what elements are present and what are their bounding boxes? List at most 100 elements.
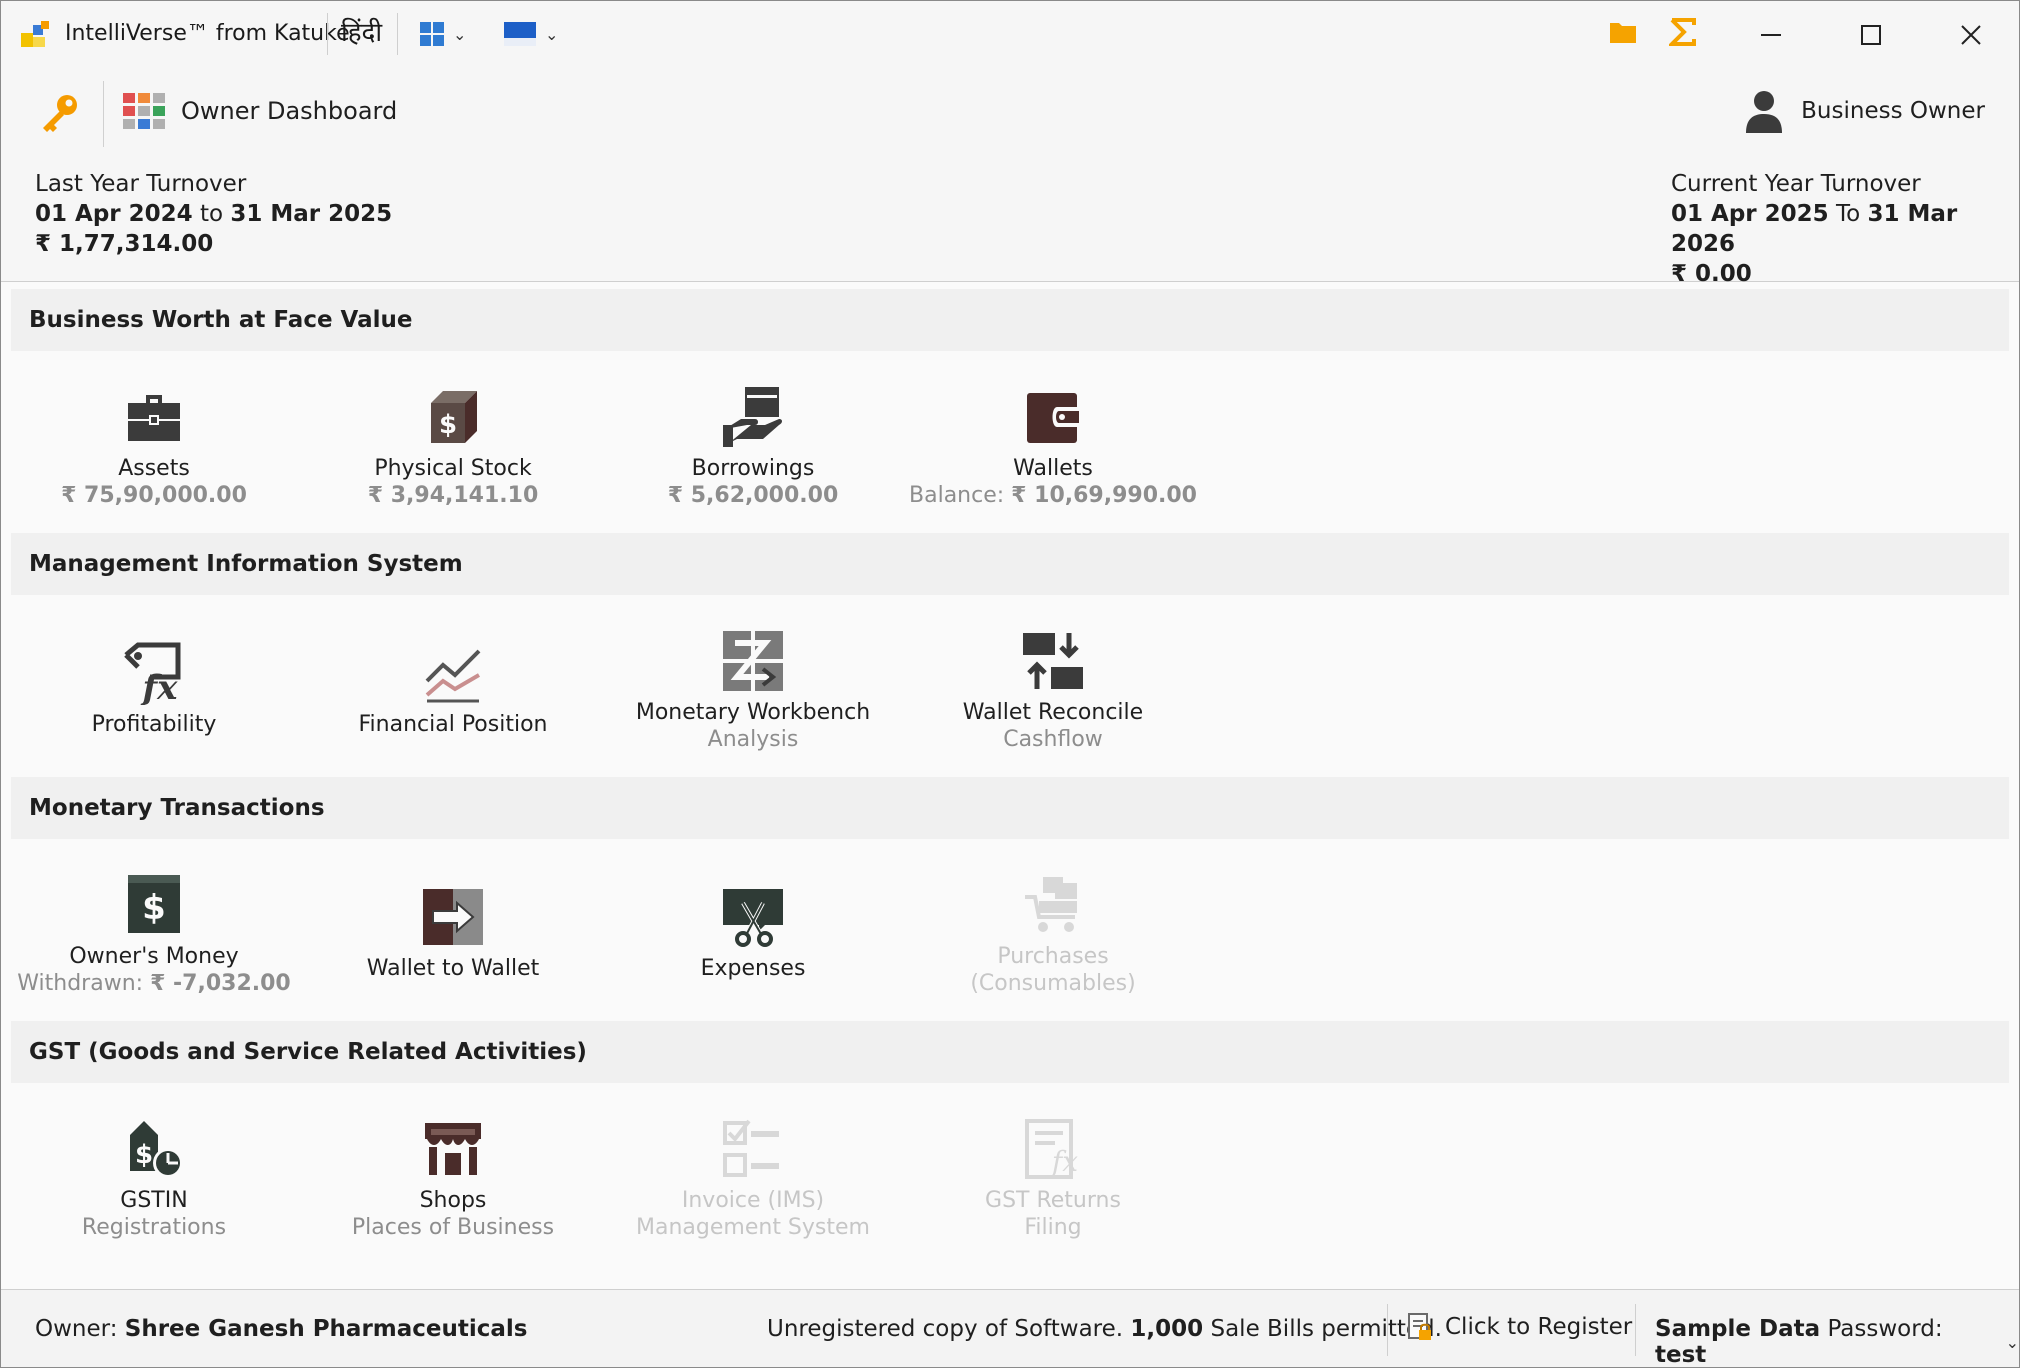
tile-label: Shops — [419, 1188, 487, 1213]
tile-monetary-workbench[interactable]: Monetary Workbench Analysis — [603, 629, 903, 753]
last-year-period: 01 Apr 2024 to 31 Mar 2025 — [35, 201, 393, 227]
maximize-icon — [1861, 25, 1881, 45]
workbench-icon — [723, 631, 783, 691]
divider — [103, 81, 104, 147]
tile-wallet-to-wallet[interactable]: Wallet to Wallet — [303, 885, 603, 982]
svg-text:fx: fx — [141, 668, 179, 705]
owner-info: Owner: Shree Ganesh Pharmaceuticals — [35, 1316, 528, 1342]
section-title: Monetary Transactions — [29, 795, 325, 821]
register-button[interactable]: Click to Register — [1407, 1312, 1632, 1342]
tile-profitability[interactable]: fx Profitability — [4, 641, 304, 738]
close-icon — [1961, 25, 1981, 45]
tile-owners-money[interactable]: $ Owner's Money Withdrawn: ₹ -7,032.00 — [4, 873, 304, 997]
tile-gst-returns[interactable]: fx GST Returns Filing — [903, 1117, 1203, 1241]
tile-wallet-reconcile[interactable]: Wallet Reconcile Cashflow — [903, 629, 1203, 753]
flag-icon — [504, 22, 536, 46]
sample-data-dropdown[interactable]: Sample Data Password: test ⌄ — [1655, 1316, 2019, 1368]
business-owner-button[interactable]: Business Owner — [1745, 89, 1985, 133]
tile-borrowings[interactable]: Borrowings ₹ 5,62,000.00 — [603, 385, 903, 509]
last-year-caption: Last Year Turnover — [35, 171, 247, 197]
tile-label: Owner's Money — [69, 944, 239, 969]
sample-data-label: Sample Data Password: test — [1655, 1316, 1943, 1368]
minimize-icon — [1761, 34, 1781, 36]
window-title: IntelliVerse™ from Katuke — [65, 21, 350, 46]
tile-value: ₹ 5,62,000.00 — [667, 483, 839, 508]
section-title: GST (Goods and Service Related Activitie… — [29, 1039, 587, 1065]
tile-label: Assets — [118, 456, 190, 481]
title-bar: IntelliVerse™ from Katuke हिंदी ⌄ ⌄ — [1, 1, 2019, 65]
tile-sub: Places of Business — [351, 1215, 555, 1240]
tile-physical-stock[interactable]: $ Physical Stock ₹ 3,94,141.10 — [303, 385, 603, 509]
tile-value: ₹ 3,94,141.10 — [367, 483, 539, 508]
svg-text:$: $ — [135, 1140, 153, 1170]
app-logo-icon — [21, 21, 49, 47]
scissors-icon — [723, 889, 783, 947]
section-monetary-transactions: Monetary Transactions — [11, 777, 2009, 839]
owner-name: Shree Ganesh Pharmaceuticals — [124, 1316, 528, 1342]
key-icon[interactable] — [37, 91, 81, 135]
section-management-info: Management Information System — [11, 533, 2009, 595]
tile-financial-position[interactable]: Financial Position — [303, 641, 603, 738]
tile-label: Profitability — [91, 712, 217, 737]
user-label: Business Owner — [1801, 98, 1985, 124]
unregistered-notice: Unregistered copy of Software. 1,000 Sal… — [767, 1316, 1442, 1342]
tile-value: Balance: ₹ 10,69,990.00 — [909, 483, 1197, 508]
current-year-period: 01 Apr 2025 To 31 Mar 2026 — [1671, 201, 1958, 257]
stock-box-icon: $ — [431, 391, 477, 443]
tile-label: Physical Stock — [374, 456, 532, 481]
chevron-down-icon: ⌄ — [453, 24, 467, 44]
tile-sub: Filing — [1024, 1215, 1082, 1240]
section-business-worth: Business Worth at Face Value — [11, 289, 2009, 351]
cart-icon — [1025, 877, 1077, 932]
dashboard-tiles-icon — [123, 93, 165, 129]
checklist-icon — [723, 1119, 779, 1177]
line-chart-icon — [425, 649, 481, 703]
briefcase-icon — [128, 395, 180, 441]
chevron-down-icon: ⌄ — [545, 24, 559, 44]
tile-label: GST Returns — [985, 1188, 1121, 1213]
owner-dashboard-button[interactable]: Owner Dashboard — [123, 93, 397, 129]
tile-assets[interactable]: Assets ₹ 75,90,000.00 — [4, 385, 304, 509]
sigma-icon[interactable] — [1669, 17, 1697, 47]
tile-sub: (Consumables) — [970, 971, 1136, 996]
tile-expenses[interactable]: Expenses — [603, 885, 903, 982]
current-year-turnover: Current Year Turnover 01 Apr 2025 To 31 … — [1671, 169, 2019, 289]
tile-purchases[interactable]: Purchases (Consumables) — [903, 873, 1203, 997]
dollar-bill-icon: $ — [128, 875, 180, 933]
tile-label: Borrowings — [691, 456, 815, 481]
tile-invoice-ims[interactable]: Invoice (IMS) Management System — [603, 1117, 903, 1241]
tile-value: Withdrawn: ₹ -7,032.00 — [17, 971, 291, 996]
register-label: Click to Register — [1445, 1314, 1633, 1340]
folder-icon[interactable] — [1609, 19, 1637, 45]
divider — [1635, 1304, 1636, 1356]
wallet-icon — [1027, 393, 1079, 443]
theme-dropdown[interactable]: ⌄ — [503, 19, 558, 49]
tile-label: Financial Position — [358, 712, 548, 737]
tile-wallets[interactable]: Wallets Balance: ₹ 10,69,990.00 — [903, 385, 1203, 509]
tile-label: Wallet to Wallet — [366, 956, 540, 981]
tile-label: Expenses — [700, 956, 806, 981]
dashboard-label: Owner Dashboard — [181, 97, 398, 125]
app-window: IntelliVerse™ from Katuke हिंदी ⌄ ⌄ Owne… — [0, 0, 2020, 1368]
section-title: Management Information System — [29, 551, 463, 577]
close-button[interactable] — [1951, 15, 1991, 55]
user-icon — [1746, 91, 1783, 133]
tile-value: ₹ 75,90,000.00 — [61, 483, 247, 508]
svg-text:$: $ — [439, 410, 457, 440]
tile-label: Monetary Workbench — [635, 700, 871, 725]
reconcile-icon — [1023, 633, 1083, 689]
minimize-button[interactable] — [1751, 15, 1791, 55]
divider — [1387, 1304, 1388, 1356]
svg-text:$: $ — [142, 888, 166, 928]
tile-label: Wallets — [1013, 456, 1093, 481]
layout-dropdown[interactable]: ⌄ — [419, 19, 466, 49]
tile-shops[interactable]: Shops Places of Business — [303, 1117, 603, 1241]
tile-label: Invoice (IMS) — [681, 1188, 825, 1213]
last-year-amount: ₹ 1,77,314.00 — [35, 231, 214, 257]
chevron-down-icon: ⌄ — [2005, 1332, 2019, 1352]
tile-gstin[interactable]: $ GSTIN Registrations — [4, 1117, 304, 1241]
maximize-button[interactable] — [1851, 15, 1891, 55]
tile-sub: Cashflow — [1003, 727, 1103, 752]
current-year-caption: Current Year Turnover — [1671, 171, 1921, 197]
language-button[interactable]: हिंदी — [341, 13, 382, 49]
